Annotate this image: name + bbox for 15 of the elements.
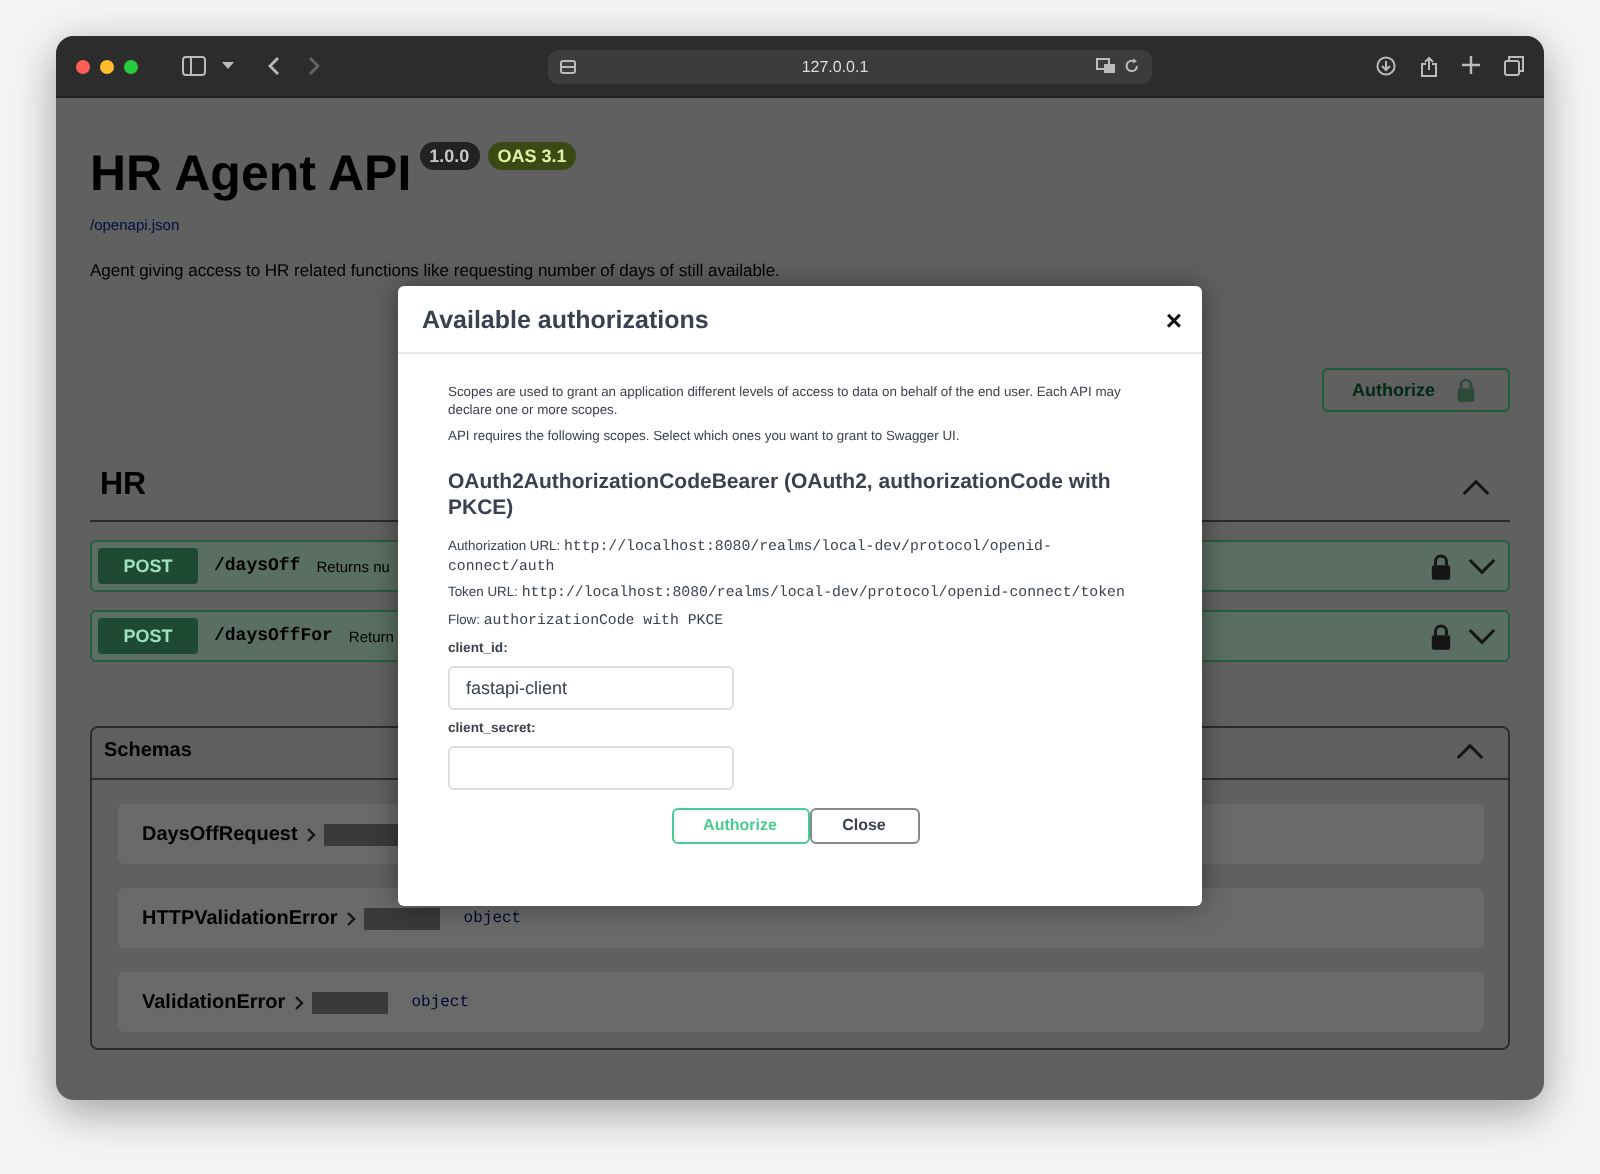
scheme-title: OAuth2AuthorizationCodeBearer (OAuth2, authorizationCode with PKCE): [448, 470, 1113, 523]
dialog-title: Available authorizations: [422, 305, 709, 333]
version-badge: 1.0.0: [419, 142, 480, 170]
method-badge: POST: [98, 548, 198, 584]
method-badge: POST: [98, 618, 198, 654]
api-title: HR Agent API: [90, 146, 412, 204]
api-description: Agent giving access to HR related functions like requesting number of days of still available.: [90, 260, 782, 280]
oas-badge: OAS 3.1: [487, 142, 577, 170]
schema-name: HTTPValidationError: [142, 905, 338, 931]
schema-type: object: [463, 909, 522, 927]
schema-name: ValidationError: [142, 989, 286, 1015]
operation-path: /daysOff: [214, 556, 301, 576]
schema-name: DaysOffRequest: [142, 821, 298, 847]
schema-type: object: [411, 993, 469, 1011]
operation-path: /daysOffFor: [214, 626, 333, 646]
